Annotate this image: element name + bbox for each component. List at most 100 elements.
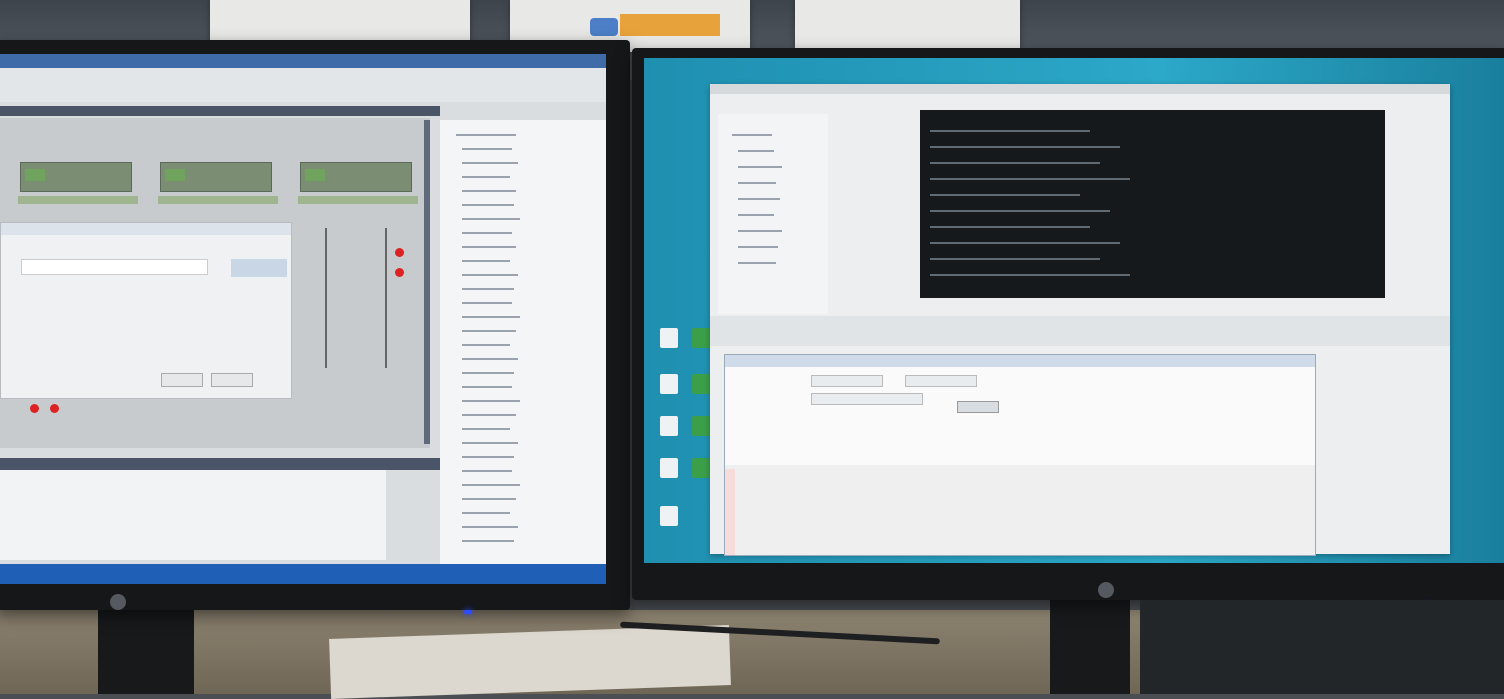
dialog-field[interactable]: [905, 375, 977, 387]
dialog-field[interactable]: [811, 393, 923, 405]
desktop-file-icon[interactable]: [660, 458, 678, 478]
legend-led: [30, 404, 39, 413]
canvas-scrollbar[interactable]: [424, 120, 430, 444]
poster-graphic-blue: [590, 18, 618, 36]
tree-item[interactable]: [462, 372, 514, 374]
tree-item[interactable]: [462, 148, 512, 150]
tree-item[interactable]: [462, 442, 518, 444]
output-panel-header: [0, 458, 440, 470]
tree-item[interactable]: [732, 134, 772, 136]
panel-header: [0, 106, 440, 116]
console-output[interactable]: [920, 110, 1385, 298]
console-text-line: [930, 258, 1100, 260]
tree-item[interactable]: [462, 386, 512, 388]
tree-item[interactable]: [738, 150, 774, 152]
dialog-input[interactable]: [21, 259, 208, 275]
tree-item[interactable]: [738, 166, 782, 168]
status-led: [395, 248, 404, 257]
device-indicator: [305, 169, 325, 181]
device-block-1[interactable]: [20, 162, 132, 192]
tree-item[interactable]: [738, 230, 782, 232]
console-text-line: [930, 194, 1080, 196]
tree-item[interactable]: [462, 400, 520, 402]
dialog-header: [1, 223, 291, 235]
device-block-3[interactable]: [300, 162, 412, 192]
app-titlebar: [0, 54, 606, 68]
tree-item[interactable]: [738, 246, 778, 248]
apply-button[interactable]: [957, 401, 999, 413]
spreadsheet-icon[interactable]: [692, 328, 710, 348]
tree-item[interactable]: [462, 456, 514, 458]
left-taskbar: [0, 564, 606, 584]
tree-item[interactable]: [462, 316, 520, 318]
tree-item[interactable]: [738, 198, 780, 200]
tree-item[interactable]: [462, 428, 510, 430]
legend-leds: [20, 404, 70, 414]
tree-item[interactable]: [738, 262, 776, 264]
dialog-header: [725, 355, 1315, 367]
tree-item[interactable]: [462, 498, 516, 500]
project-tree-panel[interactable]: [440, 120, 606, 564]
console-text-line: [930, 130, 1090, 132]
tree-item[interactable]: [738, 182, 776, 184]
poster-graphic: [620, 14, 720, 36]
console-text-line: [930, 146, 1120, 148]
device-rail-1: [18, 196, 138, 204]
power-led: [464, 610, 472, 614]
tree-view[interactable]: [718, 114, 828, 314]
spreadsheet-icon[interactable]: [692, 374, 710, 394]
row-marker-column: [725, 469, 735, 555]
status-led: [395, 268, 404, 277]
tree-item[interactable]: [462, 190, 516, 192]
connector-line: [385, 228, 387, 368]
desktop-icons: [654, 98, 710, 538]
tree-item[interactable]: [456, 134, 516, 136]
ok-button[interactable]: [161, 373, 203, 387]
app-window[interactable]: [710, 84, 1450, 556]
spreadsheet-icon[interactable]: [692, 458, 710, 478]
tree-item[interactable]: [462, 344, 510, 346]
dialog-field[interactable]: [811, 375, 883, 387]
desktop-file-icon[interactable]: [660, 416, 678, 436]
tree-item[interactable]: [462, 274, 518, 276]
tree-item[interactable]: [462, 512, 510, 514]
tree-item[interactable]: [462, 526, 518, 528]
desk-device: [1140, 600, 1504, 694]
spreadsheet-icon[interactable]: [692, 416, 710, 436]
tree-item[interactable]: [462, 288, 514, 290]
tree-item[interactable]: [738, 214, 774, 216]
device-block-2[interactable]: [160, 162, 272, 192]
properties-dialog[interactable]: [0, 222, 292, 399]
wall-poster-3: [795, 0, 1020, 50]
tree-item[interactable]: [462, 162, 518, 164]
monitor-logo: [110, 594, 126, 610]
monitor-logo: [1098, 582, 1114, 598]
tree-item[interactable]: [462, 470, 512, 472]
tree-item[interactable]: [462, 302, 512, 304]
tree-item[interactable]: [462, 246, 516, 248]
console-text-line: [930, 210, 1110, 212]
device-rail-2: [158, 196, 278, 204]
tree-item[interactable]: [462, 484, 520, 486]
tree-item[interactable]: [462, 232, 512, 234]
desktop-file-icon[interactable]: [660, 374, 678, 394]
tree-item[interactable]: [462, 176, 510, 178]
tree-item[interactable]: [462, 330, 516, 332]
desktop-file-icon[interactable]: [660, 506, 678, 526]
tree-item[interactable]: [462, 218, 520, 220]
tree-item[interactable]: [462, 414, 516, 416]
tree-item[interactable]: [462, 358, 518, 360]
cancel-button[interactable]: [211, 373, 253, 387]
right-monitor-screen: [644, 58, 1504, 563]
connector-line: [325, 228, 327, 368]
results-table[interactable]: [725, 465, 1315, 555]
desktop-file-icon[interactable]: [660, 328, 678, 348]
left-monitor-screen: [0, 54, 606, 584]
settings-dialog[interactable]: [724, 354, 1316, 556]
tree-item[interactable]: [462, 260, 510, 262]
dialog-selected-cell[interactable]: [231, 259, 287, 277]
console-text-line: [930, 178, 1130, 180]
tree-item[interactable]: [462, 204, 514, 206]
tree-item[interactable]: [462, 540, 514, 542]
right-monitor: [632, 48, 1504, 608]
